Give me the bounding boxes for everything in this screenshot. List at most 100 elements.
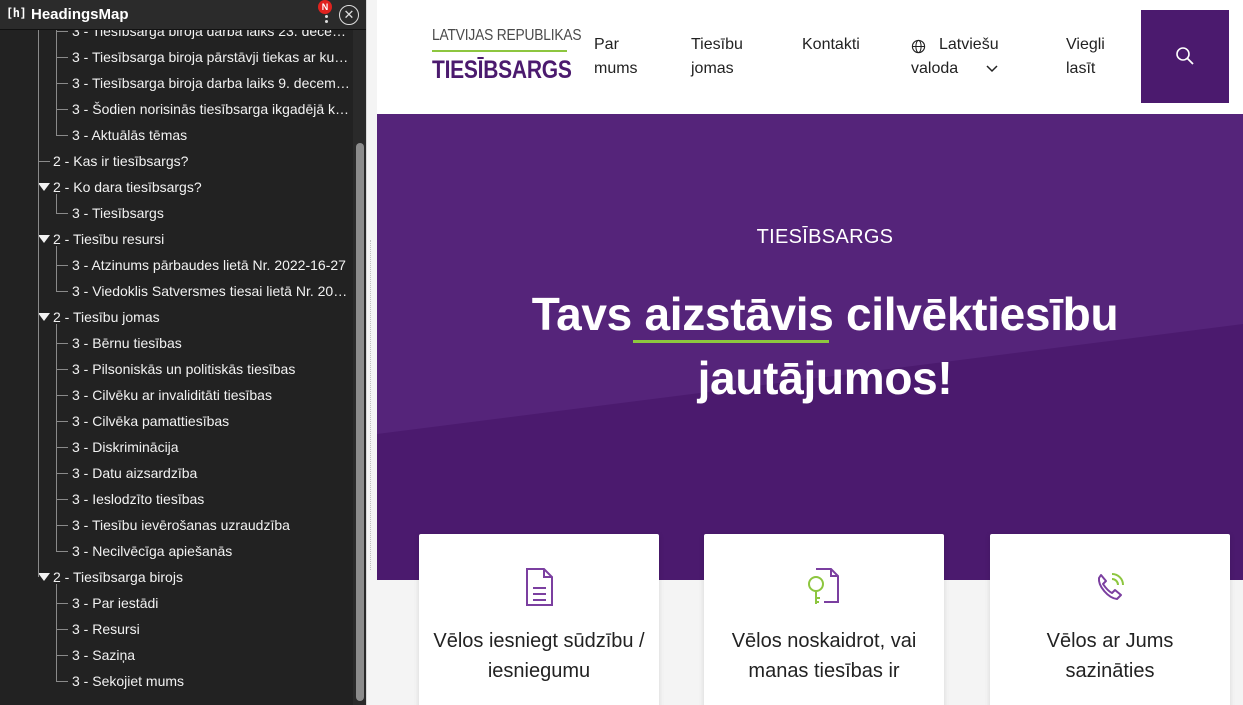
heading-text: 2 - Kas ir tiesībsargs? bbox=[53, 153, 189, 169]
language-label: Latviešu bbox=[939, 36, 999, 53]
hero-banner: TIESĪBSARGS Tavs aizstāvis cilvēktiesību… bbox=[377, 114, 1243, 580]
heading-level-3-item[interactable]: 3 - Tiesību ievērošanas uzraudzība bbox=[0, 512, 352, 538]
heading-level-3-item[interactable]: 3 - Diskriminācija bbox=[0, 434, 352, 460]
heading-text: 2 - Tiesību jomas bbox=[53, 309, 160, 325]
heading-text: 3 - Cilvēka pamattiesības bbox=[72, 413, 230, 429]
heading-level-3-item[interactable]: 3 - Saziņa bbox=[0, 642, 352, 668]
heading-text: 3 - Necilvēcīga apiešanās bbox=[72, 543, 233, 559]
tree-connector bbox=[56, 395, 68, 396]
heading-level-3-item[interactable]: 3 - Datu aizsardzība bbox=[0, 460, 352, 486]
nav-viegli-lasit[interactable]: Viegli lasīt bbox=[1066, 33, 1126, 81]
heading-level-2-item[interactable]: 2 - Kas ir tiesībsargs? bbox=[0, 148, 352, 174]
tree-connector-level-3 bbox=[56, 30, 57, 136]
heading-text: 3 - Aktuālās tēmas bbox=[72, 127, 188, 143]
heading-text: 3 - Tiesībsarga biroja darba laiks 23. d… bbox=[72, 30, 350, 39]
tree-connector bbox=[56, 473, 68, 474]
heading-text: 3 - Viedoklis Satversmes tiesai lietā Nr… bbox=[72, 283, 350, 299]
site-header: LATVIJAS REPUBLIKAS TIESĪBSARGS Par mums… bbox=[377, 0, 1243, 114]
heading-level-3-item[interactable]: 3 - Tiesībsarga biroja darba laiks 9. de… bbox=[0, 70, 352, 96]
tree-connector bbox=[56, 213, 68, 214]
resize-handle[interactable] bbox=[370, 240, 373, 570]
language-label-2: valoda bbox=[911, 60, 959, 77]
tree-connector bbox=[56, 551, 68, 552]
hero-kicker: TIESĪBSARGS bbox=[756, 226, 894, 248]
tree-connector bbox=[56, 109, 68, 110]
tree-connector-level-3 bbox=[56, 584, 57, 682]
card-check-rights[interactable]: Vēlos noskaidrot, vai manas tiesības ir bbox=[704, 534, 944, 705]
card-label: Vēlos ar Jums sazināties bbox=[1046, 630, 1174, 682]
close-icon[interactable]: ✕ bbox=[339, 5, 359, 25]
heading-level-3-item[interactable]: 3 - Tiesībsargs bbox=[0, 200, 352, 226]
heading-text: 3 - Datu aizsardzība bbox=[72, 465, 198, 481]
heading-level-3-item[interactable]: 3 - Bērnu tiesības bbox=[0, 330, 352, 356]
nav-kontakti[interactable]: Kontakti bbox=[802, 33, 860, 57]
heading-level-3-item[interactable]: 3 - Necilvēcīga apiešanās bbox=[0, 538, 352, 564]
heading-text: 3 - Tiesību ievērošanas uzraudzība bbox=[72, 517, 290, 533]
heading-level-3-item[interactable]: 3 - Sekojiet mums bbox=[0, 668, 352, 694]
heading-level-3-item[interactable]: 3 - Tiesībsarga biroja pārstāvji tiekas … bbox=[0, 44, 352, 70]
tree-connector bbox=[56, 447, 68, 448]
tree-connector bbox=[56, 57, 68, 58]
scrollbar-thumb[interactable] bbox=[356, 143, 364, 701]
hero-title-line-1: Tavs aizstāvis cilvēktiesību bbox=[531, 288, 1119, 340]
heading-text: 3 - Saziņa bbox=[72, 647, 136, 663]
hero-title-line-2: jautājumos! bbox=[697, 352, 953, 404]
key-document-icon bbox=[808, 568, 839, 604]
heading-level-3-item[interactable]: 3 - Pilsoniskās un politiskās tiesības bbox=[0, 356, 352, 382]
card-contact-us[interactable]: Vēlos ar Jums sazināties bbox=[990, 534, 1230, 705]
tree-connector bbox=[56, 655, 68, 656]
website: LATVIJAS REPUBLIKAS TIESĪBSARGS Par mums… bbox=[377, 0, 1243, 705]
logo-divider bbox=[432, 50, 567, 52]
headingsmap-panel: [h] HeadingsMap N ✕ 3 - Tiesībsarga biro… bbox=[0, 0, 366, 705]
heading-level-3-item[interactable]: 3 - Šodien norisinās tiesībsarga ikgadēj… bbox=[0, 96, 352, 122]
heading-text: 3 - Pilsoniskās un politiskās tiesības bbox=[72, 361, 296, 377]
heading-text: 3 - Par iestādi bbox=[72, 595, 159, 611]
heading-level-3-item[interactable]: 3 - Resursi bbox=[0, 616, 352, 642]
tree-connector bbox=[56, 369, 68, 370]
heading-level-3-item[interactable]: 3 - Tiesībsarga biroja darba laiks 23. d… bbox=[0, 30, 352, 44]
heading-level-3-item[interactable]: 3 - Viedoklis Satversmes tiesai lietā Nr… bbox=[0, 278, 352, 304]
tree-connector bbox=[56, 291, 68, 292]
heading-level-2-item[interactable]: 2 - Tiesībsarga birojs bbox=[0, 564, 352, 590]
heading-level-2-item[interactable]: 2 - Ko dara tiesībsargs? bbox=[0, 174, 352, 200]
expand-triangle-icon[interactable] bbox=[38, 183, 50, 191]
heading-level-2-item[interactable]: 2 - Tiesību resursi bbox=[0, 226, 352, 252]
heading-level-3-item[interactable]: 3 - Cilvēku ar invaliditāti tiesības bbox=[0, 382, 352, 408]
heading-text: 3 - Tiesībsarga biroja pārstāvji tiekas … bbox=[72, 49, 350, 65]
heading-text: 2 - Ko dara tiesībsargs? bbox=[53, 179, 202, 195]
tree-connector bbox=[56, 31, 68, 32]
heading-level-3-item[interactable]: 3 - Cilvēka pamattiesības bbox=[0, 408, 352, 434]
heading-text: 3 - Atzinums pārbaudes lietā Nr. 2022-16… bbox=[72, 257, 346, 273]
heading-level-3-item[interactable]: 3 - Par iestādi bbox=[0, 590, 352, 616]
heading-level-2-item[interactable]: 2 - Tiesību jomas bbox=[0, 304, 352, 330]
card-label: Vēlos noskaidrot, vai manas tiesības ir bbox=[731, 630, 917, 682]
headingsmap-header: [h] HeadingsMap N ✕ bbox=[0, 0, 366, 30]
heading-tree: 3 - Tiesībsarga biroja darba laiks 23. d… bbox=[0, 30, 352, 705]
logo-top-text: LATVIJAS REPUBLIKAS bbox=[432, 27, 582, 44]
expand-triangle-icon[interactable] bbox=[38, 235, 50, 243]
tree-connector bbox=[56, 421, 68, 422]
card-label: Vēlos iesniegt sūdzību / iesniegumu bbox=[433, 630, 645, 682]
heading-text: 2 - Tiesībsarga birojs bbox=[53, 569, 183, 585]
tree-connector bbox=[56, 603, 68, 604]
search-button[interactable] bbox=[1141, 10, 1229, 103]
nav-par-mums[interactable]: Par mums bbox=[594, 33, 654, 81]
tree-connector bbox=[56, 343, 68, 344]
expand-triangle-icon[interactable] bbox=[38, 313, 50, 321]
heading-level-3-item[interactable]: 3 - Ieslodzīto tiesības bbox=[0, 486, 352, 512]
tree-connector bbox=[38, 161, 50, 162]
heading-text: 3 - Cilvēku ar invaliditāti tiesības bbox=[72, 387, 272, 403]
hero-highlight-underline bbox=[633, 340, 829, 343]
nav-tiesibu-jomas[interactable]: Tiesību jomas bbox=[691, 33, 761, 81]
heading-text: 3 - Diskriminācija bbox=[72, 439, 179, 455]
chevron-down-icon bbox=[986, 65, 998, 73]
heading-text: 3 - Tiesībsargs bbox=[72, 205, 164, 221]
card-submit-complaint[interactable]: Vēlos iesniegt sūdzību / iesniegumu bbox=[419, 534, 659, 705]
logo-bottom-text: TIESĪBSARGS bbox=[432, 56, 572, 84]
heading-text: 2 - Tiesību resursi bbox=[53, 231, 165, 247]
tree-connector bbox=[56, 525, 68, 526]
heading-level-3-item[interactable]: 3 - Aktuālās tēmas bbox=[0, 122, 352, 148]
expand-triangle-icon[interactable] bbox=[38, 573, 50, 581]
heading-level-3-item[interactable]: 3 - Atzinums pārbaudes lietā Nr. 2022-16… bbox=[0, 252, 352, 278]
tree-connector bbox=[56, 681, 68, 682]
